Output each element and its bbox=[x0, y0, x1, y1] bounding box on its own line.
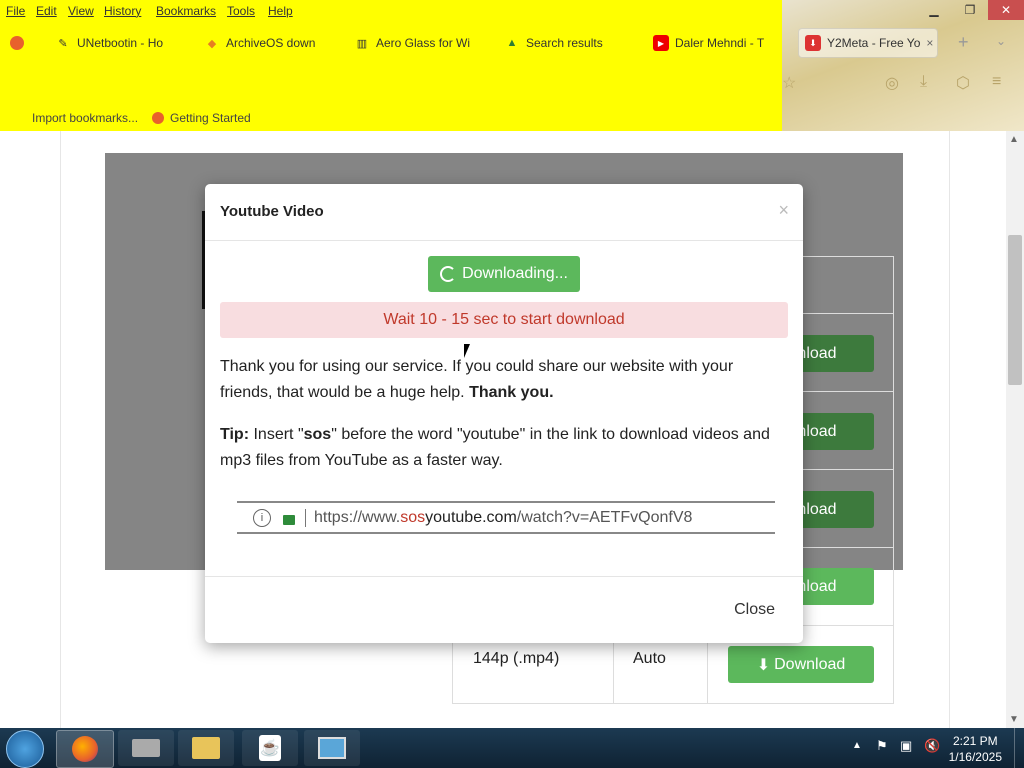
new-tab-icon[interactable]: + bbox=[958, 32, 969, 53]
tab-label: UNetbootin - Ho bbox=[77, 36, 164, 50]
modal-title: Youtube Video bbox=[220, 203, 324, 220]
taskbar-scanner[interactable] bbox=[118, 730, 174, 766]
modal-header: Youtube Video × bbox=[205, 184, 803, 241]
flag-icon[interactable]: ⚑ bbox=[876, 738, 888, 754]
extensions-icon[interactable]: ⬡ bbox=[956, 73, 970, 93]
url-domain: youtube.com bbox=[425, 508, 517, 526]
url-path: /watch?v=AETFvQonfV8 bbox=[516, 508, 693, 526]
menu-edit[interactable]: Edit bbox=[36, 4, 57, 18]
download-icon: ⬇ bbox=[756, 656, 771, 674]
menu-history[interactable]: History bbox=[104, 4, 141, 18]
scrollbar-thumb[interactable] bbox=[1008, 235, 1022, 385]
tab-label: Aero Glass for Wi bbox=[376, 36, 471, 50]
taskbar-explorer[interactable] bbox=[178, 730, 234, 766]
taskbar: ☕ ▲ ⚑ ▣ 🔇 2:21 PM 1/16/2025 bbox=[0, 728, 1024, 768]
info-icon: i bbox=[253, 508, 271, 527]
system-clock[interactable]: 2:21 PM 1/16/2025 bbox=[949, 733, 1002, 765]
bookmark-label: Getting Started bbox=[170, 111, 251, 125]
columns-icon: ▥ bbox=[356, 37, 368, 50]
downloading-label: Downloading... bbox=[462, 265, 568, 282]
firefox-small-icon bbox=[152, 112, 164, 124]
bookmark-label: Import bookmarks... bbox=[32, 111, 139, 125]
mouse-cursor-icon bbox=[464, 344, 470, 358]
close-window-button[interactable]: ✕ bbox=[988, 0, 1024, 20]
clock-date: 1/16/2025 bbox=[948, 750, 1002, 764]
menu-bar: File Edit View History Bookmarks Tools H… bbox=[0, 0, 780, 22]
spinner-icon bbox=[440, 266, 457, 282]
download-label: Download bbox=[774, 655, 846, 673]
window-controls: ▁ ❐ ✕ bbox=[916, 0, 1024, 20]
java-icon: ☕ bbox=[259, 735, 281, 761]
download-modal: Youtube Video × Downloading... Wait 10 -… bbox=[205, 184, 803, 643]
taskbar-firefox[interactable] bbox=[56, 730, 114, 768]
download-icon[interactable]: ⤓ bbox=[920, 73, 927, 91]
firefox-icon bbox=[72, 736, 98, 762]
pocket-icon[interactable]: ◎ bbox=[885, 73, 899, 93]
menu-view[interactable]: View bbox=[68, 4, 94, 18]
quality-cell: 144p (.mp4) bbox=[473, 650, 560, 667]
tip-paragraph: Tip: Insert "sos" before the word "youtu… bbox=[220, 422, 790, 474]
taskbar-java[interactable]: ☕ bbox=[242, 730, 298, 766]
minimize-button[interactable]: ▁ bbox=[916, 0, 952, 20]
download-button[interactable]: ⬇ Download bbox=[728, 646, 874, 683]
show-hidden-icons-icon[interactable]: ▲ bbox=[852, 740, 862, 751]
youtube-icon: ▶ bbox=[653, 35, 669, 51]
pencil-icon: ✎ bbox=[58, 37, 68, 50]
url-highlight: sos bbox=[400, 508, 426, 526]
close-icon[interactable]: × bbox=[778, 200, 789, 221]
y2meta-icon: ⬇ bbox=[805, 35, 821, 51]
scanner-icon bbox=[132, 739, 160, 757]
tab-aero-glass[interactable]: ▥ Aero Glass for Wi bbox=[354, 28, 484, 58]
taskbar-control-panel[interactable] bbox=[304, 730, 360, 766]
scroll-up-icon[interactable]: ▲ bbox=[1009, 134, 1019, 145]
show-desktop-button[interactable] bbox=[1014, 728, 1024, 768]
tab-y2meta[interactable]: ⬇ Y2Meta - Free Yo × bbox=[798, 28, 938, 58]
restore-button[interactable]: ❐ bbox=[952, 0, 988, 20]
start-button-icon[interactable] bbox=[6, 730, 44, 768]
tip-text-pre: Insert " bbox=[253, 426, 304, 443]
tab-label: Y2Meta - Free Yo bbox=[827, 36, 921, 50]
diamond-icon: ◆ bbox=[207, 37, 217, 50]
tip-label: Tip: bbox=[220, 426, 250, 443]
firefox-icon bbox=[10, 36, 24, 50]
volume-muted-icon[interactable]: 🔇 bbox=[924, 738, 940, 754]
tab-daler-mehndi[interactable]: ▶ Daler Mehndi - T bbox=[653, 28, 783, 58]
tab-search-results[interactable]: ▲ Search results bbox=[504, 28, 634, 58]
url-separator bbox=[305, 508, 306, 527]
url-prefix: https://www. bbox=[314, 508, 401, 526]
menu-file[interactable]: File bbox=[6, 4, 25, 18]
firefox-view-tab[interactable] bbox=[10, 28, 34, 58]
bookmark-import[interactable]: Import bookmarks... bbox=[32, 111, 138, 125]
size-cell: Auto bbox=[633, 650, 666, 667]
thanks-paragraph: Thank you for using our service. If you … bbox=[220, 354, 790, 406]
scrollbar-track[interactable] bbox=[1006, 131, 1024, 728]
tab-list-icon[interactable]: ⌄ bbox=[996, 34, 1006, 48]
tab-label: ArchiveOS down bbox=[226, 36, 316, 50]
tab-label: Daler Mehndi - T bbox=[675, 36, 765, 50]
wait-alert: Wait 10 - 15 sec to start download bbox=[220, 302, 788, 338]
thanks-bold: Thank you. bbox=[469, 384, 554, 401]
folder-icon bbox=[192, 737, 220, 759]
lock-icon bbox=[283, 514, 295, 525]
downloading-button[interactable]: Downloading... bbox=[428, 256, 580, 292]
tip-bold: sos bbox=[303, 426, 332, 443]
drive-icon: ▲ bbox=[506, 37, 518, 49]
clock-time: 2:21 PM bbox=[952, 734, 998, 748]
monitor-icon bbox=[318, 737, 346, 759]
menu-tools[interactable]: Tools bbox=[227, 4, 255, 18]
tab-archiveos[interactable]: ◆ ArchiveOS down bbox=[204, 28, 334, 58]
tab-label: Search results bbox=[526, 36, 603, 50]
close-button[interactable]: Close bbox=[734, 601, 775, 619]
bookmark-star-icon[interactable]: ☆ bbox=[782, 73, 796, 93]
network-icon[interactable]: ▣ bbox=[900, 738, 912, 754]
scroll-down-icon[interactable]: ▼ bbox=[1009, 714, 1019, 725]
menu-help[interactable]: Help bbox=[268, 4, 293, 18]
tab-unetbootin[interactable]: ✎ UNetbootin - Ho bbox=[55, 28, 185, 58]
close-tab-icon[interactable]: × bbox=[926, 36, 933, 50]
example-url-bar: i https://www. sos youtube.com/watch?v=AET… bbox=[237, 501, 775, 534]
modal-footer: Close bbox=[205, 576, 803, 644]
bookmark-getting-started[interactable]: Getting Started bbox=[152, 111, 251, 125]
hamburger-menu-icon[interactable]: ≡ bbox=[992, 73, 1001, 91]
menu-bookmarks[interactable]: Bookmarks bbox=[156, 4, 216, 18]
